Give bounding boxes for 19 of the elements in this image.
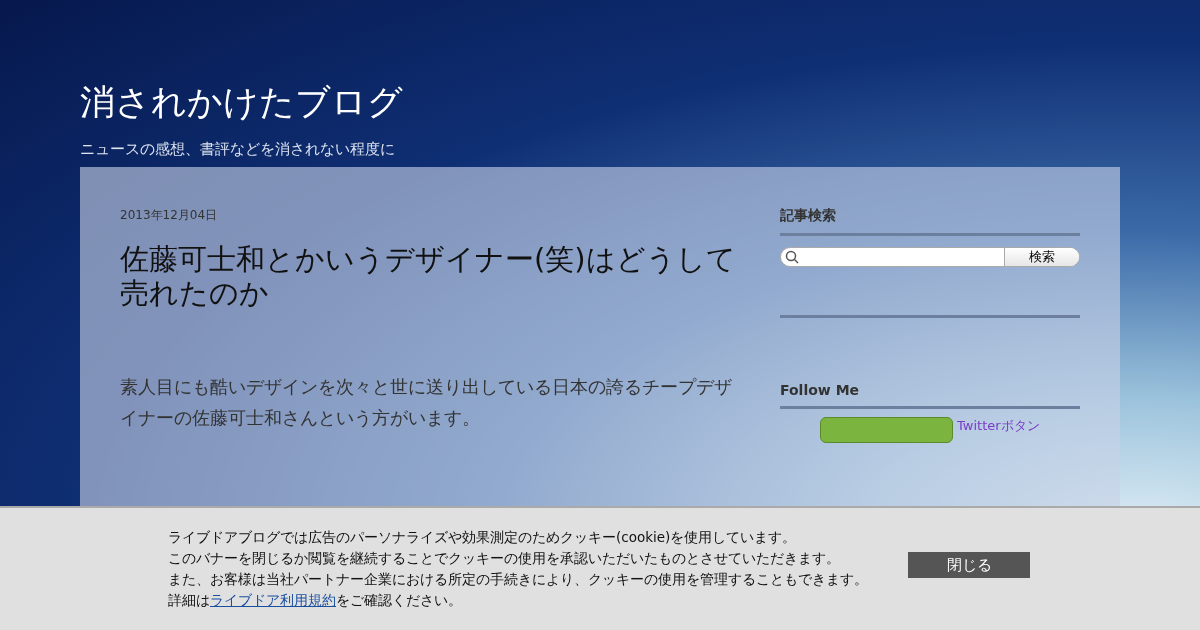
- blog-tagline: ニュースの感想、書評などを消されない程度に: [80, 140, 396, 159]
- close-button[interactable]: 閉じる: [908, 552, 1030, 578]
- blog-title[interactable]: 消されかけたブログ: [80, 78, 1120, 126]
- post-title[interactable]: 佐藤可士和とかいうデザイナー(笑)はどうして売れたのか: [120, 242, 740, 310]
- post-date: 2013年12月04日: [120, 207, 219, 224]
- search-button[interactable]: 検索: [1004, 248, 1079, 266]
- cookie-notice-text: また、お客様は当社パートナー企業における所定の手続きにより、クッキーの使用を管理することもできます。: [168, 570, 869, 589]
- search-icon: [785, 250, 799, 264]
- terms-link[interactable]: ライブドア利用規約: [210, 592, 336, 608]
- search-field[interactable]: 検索: [780, 247, 1080, 267]
- follow-button[interactable]: [820, 417, 953, 443]
- cookie-notice-text: ライブドアブログでは広告のパーソナライズや効果測定のためクッキー(cookie)を使用しています。: [168, 528, 798, 547]
- cookie-notice-text: をご確認ください。: [336, 592, 462, 608]
- cookie-notice-text: このバナーを閉じるか閲覧を継続することでクッキーの使用を承認いただいたものとさせていただきます。: [168, 549, 841, 568]
- twitter-button-image-alt[interactable]: Twitterボタン: [957, 417, 1040, 435]
- sidebar-heading: Follow Me: [780, 382, 1080, 409]
- post-body: 素人目にも酷いデザインを次々と世に送り出している日本の誇るチープデザイナーの佐藤可士和さんという方がいます。: [120, 376, 733, 430]
- cookie-notice-text: 詳細は: [168, 592, 210, 608]
- sidebar-heading: 記事検索: [780, 207, 1080, 236]
